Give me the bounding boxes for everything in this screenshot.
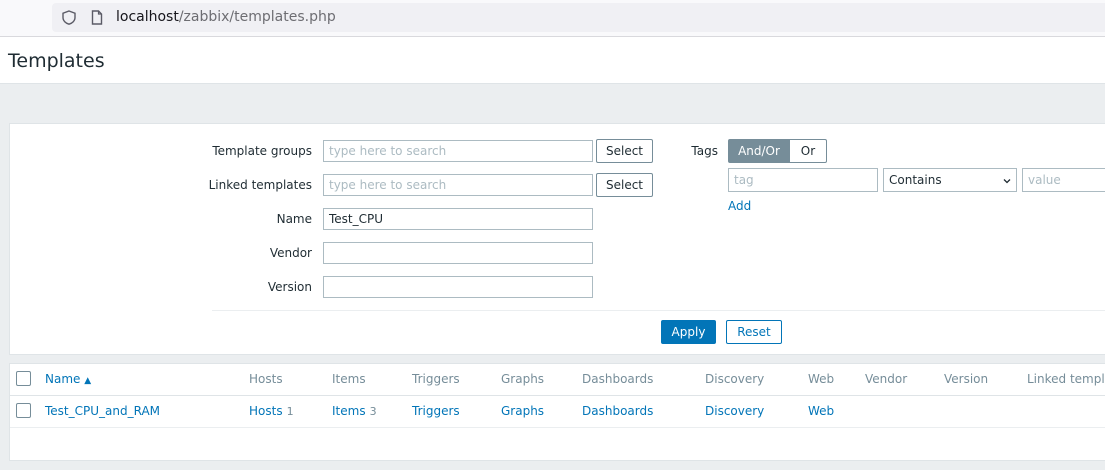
- hosts-count: 1: [286, 405, 294, 418]
- triggers-link[interactable]: Triggers: [412, 404, 460, 418]
- table-row: Test_CPU_and_RAM Hosts 1 Items 3 Triggers …: [10, 396, 1105, 428]
- version-input[interactable]: [323, 276, 593, 298]
- dashboards-link[interactable]: Dashboards: [582, 404, 653, 418]
- column-discovery: Discovery: [705, 372, 765, 386]
- reset-button[interactable]: Reset: [726, 320, 782, 344]
- url-host: localhost: [116, 9, 179, 25]
- version-label: Version: [267, 280, 312, 294]
- linked-templates-select-button[interactable]: Select: [596, 173, 653, 197]
- row-checkbox[interactable]: [16, 403, 31, 418]
- page-icon: [91, 10, 103, 25]
- web-link[interactable]: Web: [808, 404, 834, 418]
- tag-value-input[interactable]: value: [1022, 168, 1105, 192]
- apply-button[interactable]: Apply: [661, 320, 716, 344]
- page-title: Templates: [8, 50, 105, 72]
- tags-label: Tags: [691, 144, 718, 158]
- column-graphs: Graphs: [501, 372, 545, 386]
- hosts-cell: Hosts 1: [249, 404, 294, 418]
- column-name[interactable]: Name ▲: [45, 372, 91, 386]
- column-vendor: Vendor: [865, 372, 908, 386]
- column-hosts: Hosts: [249, 372, 283, 386]
- tag-operator-select[interactable]: Contains: [883, 168, 1017, 192]
- linked-templates-label: Linked templates: [208, 178, 312, 192]
- tags-or-toggle[interactable]: Or: [789, 139, 827, 163]
- tag-name-input[interactable]: tag: [728, 168, 878, 192]
- browser-toolbar: localhost/zabbix/templates.php: [0, 0, 1105, 37]
- column-linked-templates: Linked templates: [1027, 372, 1105, 386]
- name-input[interactable]: Test_CPU: [323, 208, 593, 230]
- url-text[interactable]: localhost/zabbix/templates.php: [116, 9, 336, 25]
- column-triggers: Triggers: [412, 372, 460, 386]
- filter-panel: Template groups type here to search Sele…: [9, 123, 1105, 355]
- items-count: 3: [369, 405, 377, 418]
- column-items: Items: [332, 372, 366, 386]
- vendor-input[interactable]: [323, 242, 593, 264]
- column-name-label: Name: [45, 372, 81, 386]
- chevron-down-icon: [1003, 179, 1011, 184]
- select-all-checkbox[interactable]: [16, 371, 31, 386]
- tags-andor-toggle[interactable]: And/Or: [728, 139, 790, 163]
- column-dashboards: Dashboards: [582, 372, 654, 386]
- page-header: Templates: [0, 37, 1105, 84]
- column-web: Web: [808, 372, 835, 386]
- items-cell: Items 3: [332, 404, 377, 418]
- sort-asc-icon: ▲: [84, 376, 92, 386]
- vendor-label: Vendor: [269, 246, 312, 260]
- items-link[interactable]: Items: [332, 404, 366, 418]
- shield-icon[interactable]: [62, 10, 76, 25]
- template-name-link[interactable]: Test_CPU_and_RAM: [45, 404, 160, 418]
- tag-operator-value: Contains: [889, 173, 942, 187]
- linked-templates-input[interactable]: type here to search: [323, 174, 593, 196]
- filter-divider: [212, 310, 1105, 311]
- graphs-link[interactable]: Graphs: [501, 404, 544, 418]
- tag-add-link[interactable]: Add: [728, 199, 751, 213]
- discovery-link[interactable]: Discovery: [705, 404, 764, 418]
- name-label: Name: [276, 212, 312, 226]
- table-header: Name ▲ Hosts Items Triggers Graphs Dashb…: [10, 364, 1105, 396]
- templates-table: Name ▲ Hosts Items Triggers Graphs Dashb…: [9, 363, 1105, 461]
- url-path: /zabbix/templates.php: [178, 9, 336, 25]
- column-version: Version: [944, 372, 989, 386]
- hosts-link[interactable]: Hosts: [249, 404, 283, 418]
- template-groups-label: Template groups: [212, 144, 312, 158]
